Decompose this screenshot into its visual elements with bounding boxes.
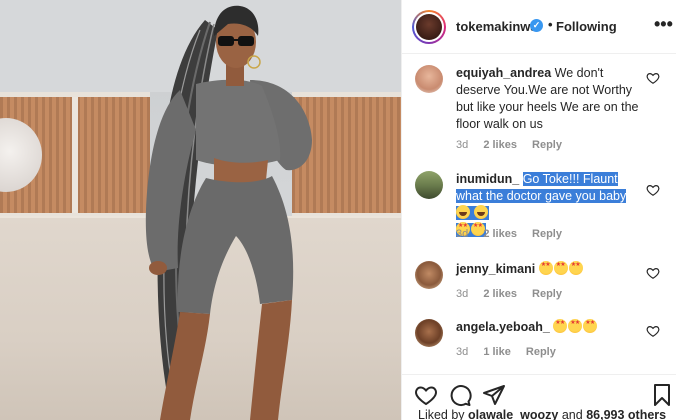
comment-body: equiyah_andrea We don't deserve You.We a…: [456, 65, 642, 133]
star-struck-emoji-icon: [568, 261, 583, 275]
share-icon[interactable]: [482, 383, 506, 407]
comment-username[interactable]: angela.yeboah_: [456, 320, 550, 334]
star-struck-emoji-icon: [568, 319, 583, 333]
comment-body: angela.yeboah_: [456, 319, 642, 336]
comment-likes[interactable]: 2 likes: [483, 288, 517, 300]
author-avatar[interactable]: [412, 10, 446, 44]
bookmark-icon[interactable]: [650, 383, 674, 407]
comment-username[interactable]: equiyah_andrea: [456, 66, 551, 80]
comment-body: jenny_kimani: [456, 261, 642, 278]
more-options-icon[interactable]: •••: [654, 14, 673, 35]
reply-button[interactable]: Reply: [532, 139, 562, 151]
author-username[interactable]: tokemakinwa: [456, 19, 538, 34]
comment-likes[interactable]: 1 like: [483, 346, 511, 358]
comments-list[interactable]: equiyah_andrea We don't deserve You.We a…: [402, 55, 676, 375]
comment-time[interactable]: 3d: [456, 139, 468, 151]
like-comment-heart-icon[interactable]: [646, 183, 660, 197]
author-avatar-image: [416, 14, 442, 40]
comment-username[interactable]: inumidun_: [456, 172, 519, 186]
comment-username[interactable]: jenny_kimani: [456, 262, 535, 276]
star-struck-emoji-icon: [538, 261, 553, 275]
commenter-avatar[interactable]: [415, 65, 443, 93]
author-avatar-frame: [414, 12, 444, 42]
photo-model-figure: [145, 5, 312, 420]
comment-meta: 3d 2 likes Reply: [456, 228, 574, 240]
comment-likes[interactable]: 2 likes: [483, 228, 517, 240]
commenter-avatar[interactable]: [415, 261, 443, 289]
comment-meta: 3d 1 like Reply: [456, 346, 568, 358]
header-separator: •: [548, 17, 553, 32]
like-comment-heart-icon[interactable]: [646, 324, 660, 338]
post-header: tokemakinwa ✓ • Following •••: [402, 0, 676, 54]
star-struck-emoji-icon: [583, 319, 598, 333]
following-button[interactable]: Following: [556, 19, 617, 34]
laughing-emoji-icon: [456, 205, 470, 219]
comment-meta: 3d 2 likes Reply: [456, 288, 574, 300]
star-struck-emoji-icon: [553, 261, 568, 275]
comment-meta: 3d 2 likes Reply: [456, 139, 574, 151]
commenter-avatar[interactable]: [415, 319, 443, 347]
liked-by-summary: Liked by olawale_woozy and 86,993 others: [418, 408, 666, 420]
like-comment-heart-icon[interactable]: [646, 71, 660, 85]
comment-time[interactable]: 3d: [456, 288, 468, 300]
liked-by-user[interactable]: olawale_woozy: [468, 408, 558, 420]
comment-time[interactable]: 3d: [456, 228, 468, 240]
reply-button[interactable]: Reply: [532, 228, 562, 240]
liked-by-connector: and: [561, 408, 583, 420]
reply-button[interactable]: Reply: [532, 288, 562, 300]
comment-time[interactable]: 3d: [456, 346, 468, 358]
verified-badge-icon: ✓: [530, 19, 543, 32]
liked-by-others[interactable]: 86,993 others: [586, 408, 666, 420]
heart-icon[interactable]: [414, 383, 438, 407]
liked-by-prefix: Liked by: [418, 408, 465, 420]
commenter-avatar[interactable]: [415, 171, 443, 199]
laughing-emoji-icon: [474, 205, 489, 219]
reply-button[interactable]: Reply: [526, 346, 556, 358]
comment-likes[interactable]: 2 likes: [483, 139, 517, 151]
post-side-panel: tokemakinwa ✓ • Following ••• equiyah_an…: [401, 0, 676, 420]
comment-emoji-group: [456, 205, 490, 220]
post-photo[interactable]: [0, 0, 401, 420]
like-comment-heart-icon[interactable]: [646, 266, 660, 280]
star-struck-emoji-icon: [553, 319, 568, 333]
comment-icon[interactable]: [448, 383, 472, 407]
